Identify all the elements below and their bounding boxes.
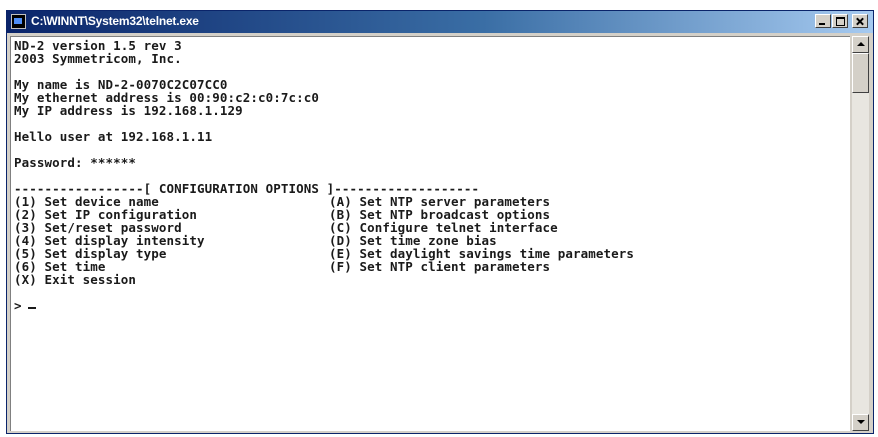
scroll-up-button[interactable] <box>852 36 869 53</box>
menu-option-f: (F) Set NTP client parameters <box>329 259 551 274</box>
prompt-symbol: > <box>14 298 22 313</box>
title-bar[interactable]: C:\WINNT\System32\telnet.exe <box>7 11 873 33</box>
console-output[interactable]: ND-2 version 1.5 rev 3 2003 Symmetricom, … <box>10 36 850 431</box>
console-app-icon[interactable] <box>11 14 26 29</box>
telnet-window: C:\WINNT\System32\telnet.exe ND-2 versio… <box>6 10 874 434</box>
minimize-button[interactable] <box>815 14 831 28</box>
maximize-button[interactable] <box>832 14 848 28</box>
text-cursor <box>27 307 36 309</box>
menu-option-x: (X) Exit session <box>14 272 137 287</box>
greeting-line: Hello user at 192.168.1.11 <box>14 129 213 144</box>
header-line-2: 2003 Symmetricom, Inc. <box>14 51 182 66</box>
ip-address-line: My IP address is 192.168.1.129 <box>14 103 243 118</box>
vertical-scrollbar[interactable] <box>852 36 869 431</box>
scroll-thumb[interactable] <box>852 53 869 93</box>
console-text: ND-2 version 1.5 rev 3 2003 Symmetricom, … <box>11 37 850 312</box>
scroll-down-button[interactable] <box>852 414 869 431</box>
password-line: Password: ****** <box>14 155 137 170</box>
menu-row: (X) Exit session <box>14 273 850 286</box>
prompt-line[interactable]: > <box>14 299 850 312</box>
close-button[interactable] <box>852 14 868 28</box>
menu-row: (6) Set time (F) Set NTP client parameter… <box>14 260 850 273</box>
window-title: C:\WINNT\System32\telnet.exe <box>31 14 199 28</box>
